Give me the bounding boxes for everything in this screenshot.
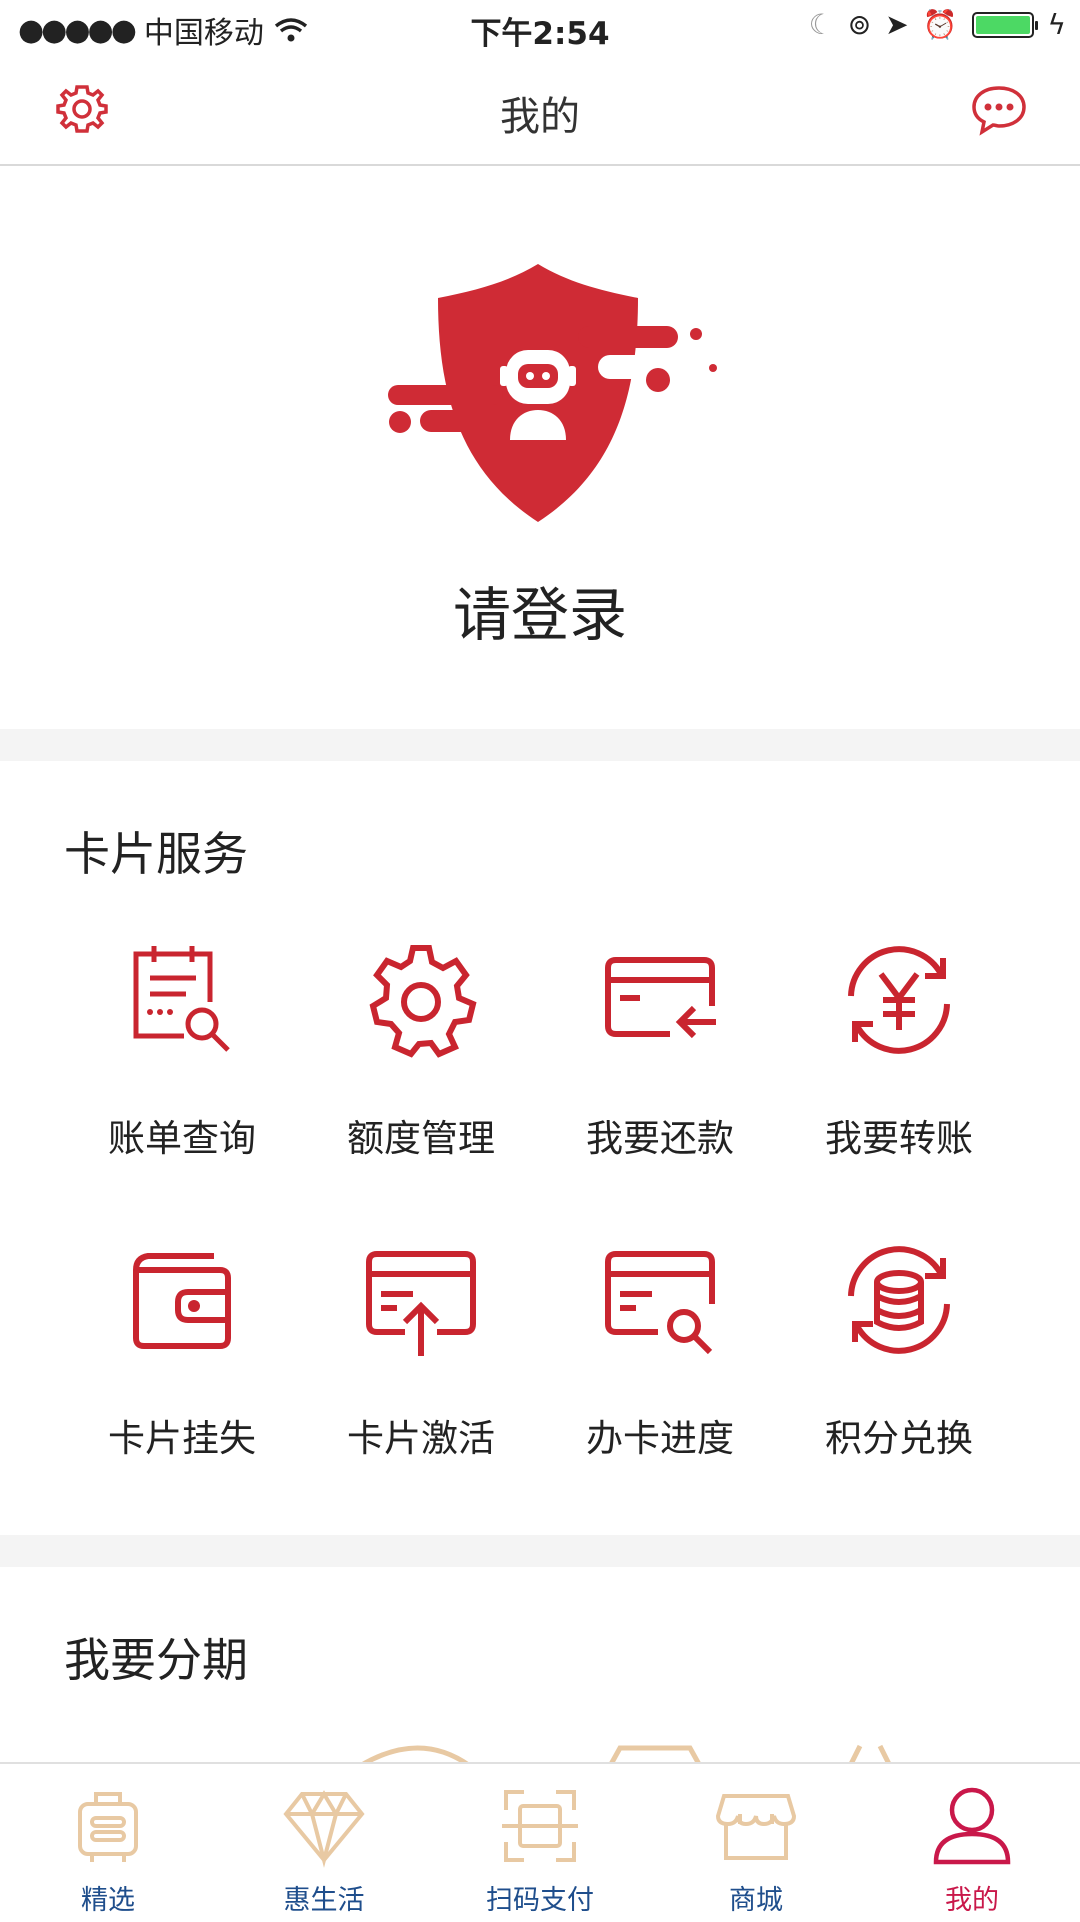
card-repay-icon bbox=[605, 957, 716, 1039]
service-label: 账单查询 bbox=[108, 1117, 256, 1160]
tab-label: 我的 bbox=[945, 1885, 999, 1916]
service-item-points-exchange[interactable]: 积分兑换 bbox=[779, 1240, 1019, 1462]
service-item-application-progress[interactable]: 办卡进度 bbox=[540, 1240, 780, 1462]
page-title: 我的 bbox=[500, 94, 580, 140]
tab-label: 扫码支付 bbox=[486, 1885, 594, 1916]
rotation-lock-icon: ⊚ bbox=[847, 8, 872, 41]
card-activate-icon bbox=[366, 1251, 476, 1356]
diamond-icon bbox=[283, 1790, 365, 1868]
section-divider bbox=[0, 729, 1080, 761]
user-icon bbox=[933, 1787, 1011, 1865]
gear-icon bbox=[369, 945, 477, 1058]
battery-icon bbox=[971, 11, 1038, 38]
bag-icon bbox=[78, 1792, 138, 1862]
tab-scan-pay[interactable]: 扫码支付 bbox=[432, 1764, 648, 1922]
service-item-bill-query[interactable]: 账单查询 bbox=[62, 940, 302, 1162]
service-item-limit-management[interactable]: 额度管理 bbox=[301, 940, 541, 1162]
tab-label: 精选 bbox=[81, 1885, 135, 1916]
service-label: 我要转账 bbox=[825, 1117, 973, 1160]
service-item-transfer[interactable]: 我要转账 bbox=[779, 940, 1019, 1162]
service-item-card-loss[interactable]: 卡片挂失 bbox=[62, 1240, 302, 1462]
service-item-repay[interactable]: 我要还款 bbox=[540, 940, 780, 1162]
tab-bar: 精选 惠生活 扫码支付 商城 我的 bbox=[0, 1762, 1080, 1920]
coins-exchange-icon bbox=[848, 1246, 950, 1354]
login-prompt[interactable]: 请登录 bbox=[0, 568, 1080, 652]
status-icons: ☾ ⊚ ➤ ⏰ ϟ bbox=[809, 8, 1066, 41]
bill-search-icon bbox=[133, 946, 230, 1052]
alarm-icon: ⏰ bbox=[922, 8, 958, 41]
tab-label: 商城 bbox=[729, 1885, 783, 1916]
tab-mall[interactable]: 商城 bbox=[648, 1764, 864, 1922]
service-label: 卡片挂失 bbox=[108, 1417, 256, 1460]
moon-icon: ☾ bbox=[808, 8, 834, 41]
yen-transfer-icon bbox=[848, 946, 950, 1054]
robot-shield-icon bbox=[388, 264, 717, 522]
card-services-title: 卡片服务 bbox=[64, 827, 248, 881]
charging-icon: ϟ bbox=[1047, 8, 1066, 41]
card-services-grid: 账单查询 额度管理 我要还款 我要转账 卡片挂失 卡片激活 办卡进度 积分兑换 bbox=[62, 940, 1018, 1460]
service-label: 办卡进度 bbox=[586, 1417, 734, 1460]
service-label: 积分兑换 bbox=[825, 1417, 973, 1460]
tab-mine[interactable]: 我的 bbox=[864, 1764, 1080, 1922]
tab-life[interactable]: 惠生活 bbox=[216, 1764, 432, 1922]
location-icon: ➤ bbox=[885, 8, 909, 41]
scan-icon bbox=[502, 1790, 578, 1862]
installment-title: 我要分期 bbox=[64, 1633, 248, 1687]
section-divider bbox=[0, 1535, 1080, 1567]
tab-label: 惠生活 bbox=[283, 1885, 365, 1916]
profile-header[interactable]: 请登录 bbox=[0, 168, 1080, 728]
service-label: 我要还款 bbox=[586, 1117, 734, 1160]
service-label: 额度管理 bbox=[347, 1117, 495, 1160]
status-bar: ●●●●● 中国移动 下午2:54 ☾ ⊚ ➤ ⏰ ϟ bbox=[0, 0, 1080, 54]
card-progress-icon bbox=[605, 1251, 715, 1355]
wallet-lock-icon bbox=[133, 1253, 231, 1349]
message-icon[interactable] bbox=[970, 84, 1028, 136]
service-item-card-activate[interactable]: 卡片激活 bbox=[301, 1240, 541, 1462]
nav-bar: 我的 bbox=[0, 54, 1080, 166]
shop-icon bbox=[715, 1794, 797, 1860]
service-label: 卡片激活 bbox=[347, 1417, 495, 1460]
tab-featured[interactable]: 精选 bbox=[0, 1764, 216, 1922]
